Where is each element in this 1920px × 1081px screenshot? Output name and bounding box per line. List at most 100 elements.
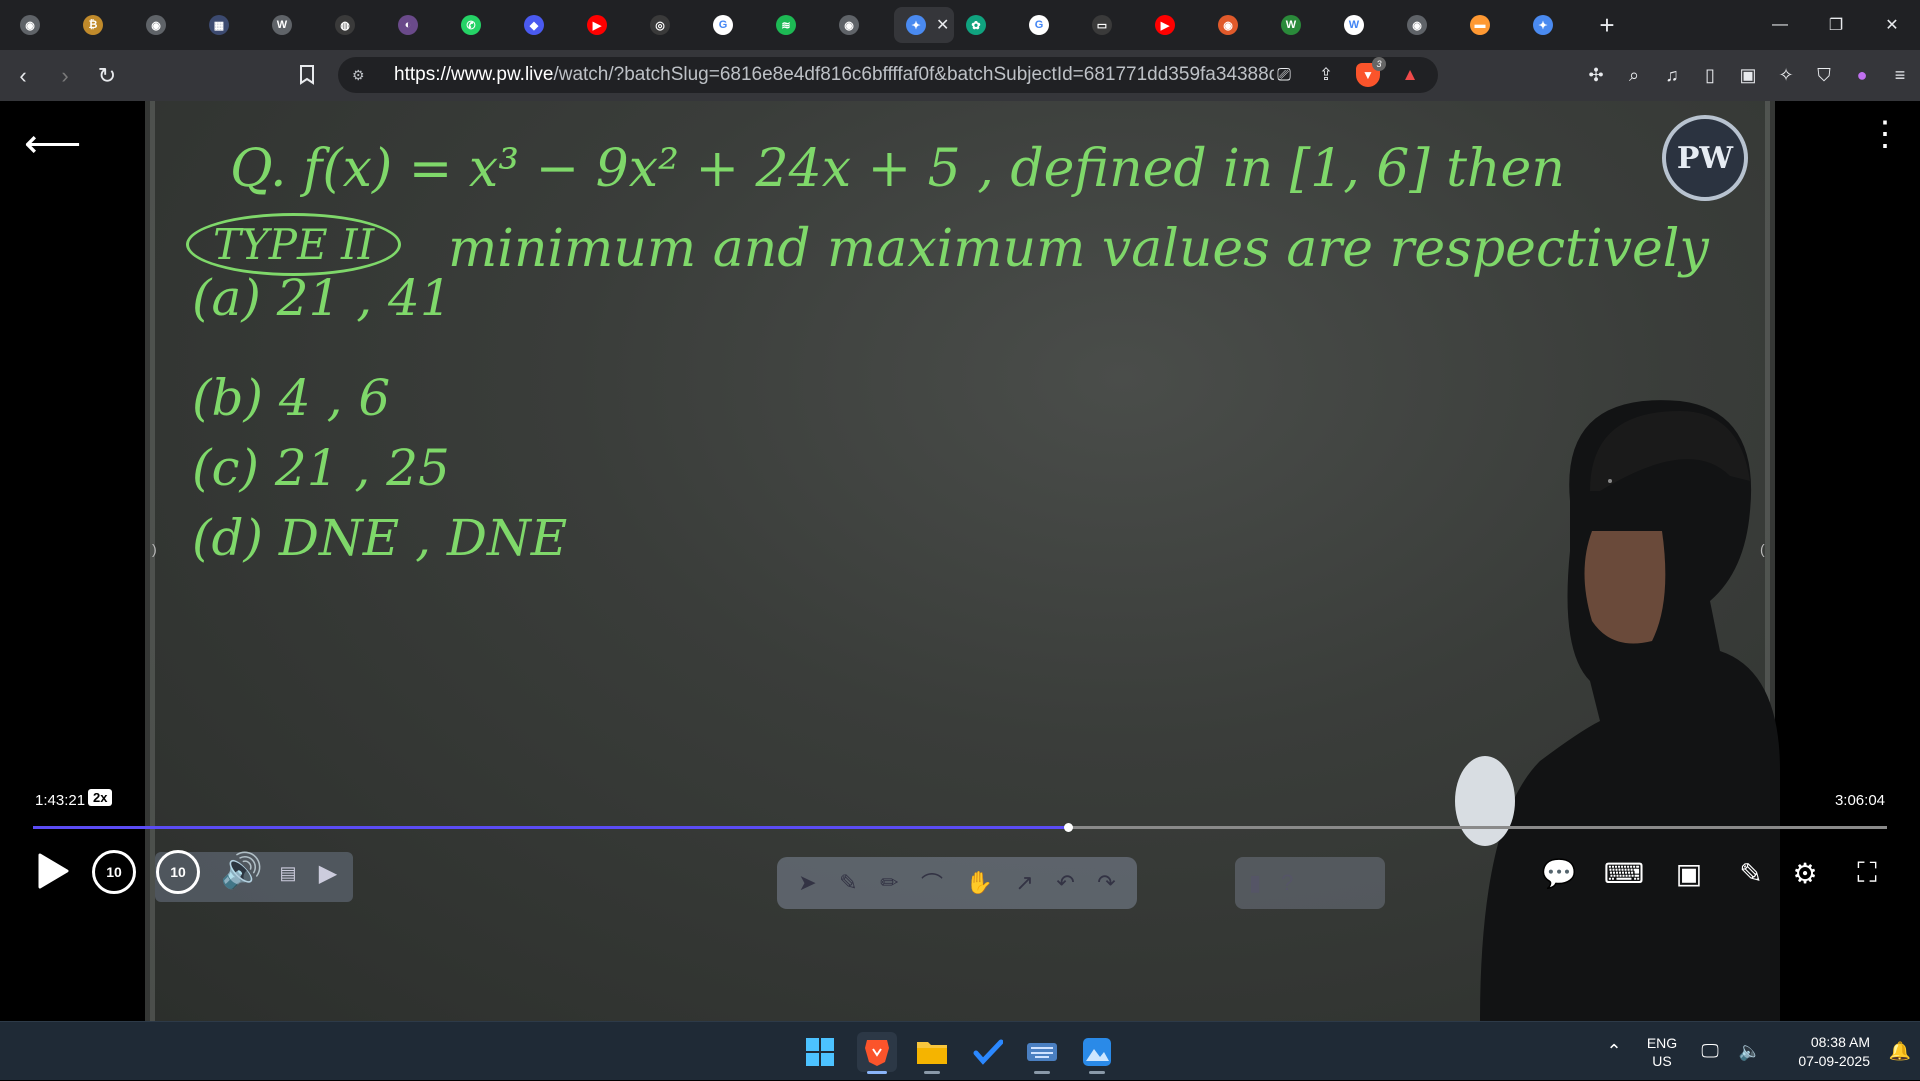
volume-icon[interactable]: 🔊: [218, 848, 266, 894]
browser-tab[interactable]: ◍: [323, 7, 386, 43]
browser-tab[interactable]: ▦: [197, 7, 260, 43]
forward-button[interactable]: ›: [46, 57, 84, 95]
restore-button[interactable]: ❐: [1808, 0, 1864, 50]
browser-tab[interactable]: ✦ ✕: [894, 7, 954, 43]
fullscreen-icon[interactable]: ⛶: [1846, 850, 1888, 896]
playback-speed-badge[interactable]: 2x: [88, 789, 113, 806]
browser-tab[interactable]: W: [1332, 7, 1395, 43]
browser-tab[interactable]: W: [260, 7, 323, 43]
language-indicator[interactable]: ENG US: [1634, 1034, 1690, 1070]
marker-tool-icon[interactable]: ↗: [1015, 870, 1033, 896]
browser-tab[interactable]: ≋: [764, 7, 827, 43]
extensions-icon[interactable]: ✣: [1584, 62, 1608, 88]
undo-icon[interactable]: ↶: [1056, 870, 1074, 896]
window-controls: — ❐ ✕: [1752, 0, 1920, 50]
network-icon[interactable]: 🖵: [1690, 1041, 1730, 1062]
option-a: (a) 21 , 41: [192, 269, 452, 327]
speaker-icon[interactable]: 🔈: [1730, 1041, 1770, 1062]
annotation-toolbox: ➤ ✎ ✏ ⌒ ✋ ↗ ↶ ↷: [777, 857, 1137, 909]
vpn-icon[interactable]: ⛉: [1812, 62, 1836, 88]
browser-tab[interactable]: ▶: [1143, 7, 1206, 43]
browser-tab[interactable]: ▬: [1458, 7, 1521, 43]
brave-browser-icon[interactable]: [857, 1032, 897, 1074]
seek-bar-handle[interactable]: [1063, 823, 1073, 832]
close-window-button[interactable]: ✕: [1864, 0, 1920, 50]
browser-tab[interactable]: ◉: [827, 7, 890, 43]
globe-icon: ◉: [20, 15, 40, 35]
back-arrow-icon[interactable]: ⟵: [24, 121, 81, 167]
browser-tab[interactable]: ▭: [1080, 7, 1143, 43]
site-icon: ▦: [209, 15, 229, 35]
picture-in-picture-icon[interactable]: ▣: [1668, 850, 1710, 896]
todo-icon[interactable]: [968, 1032, 1008, 1072]
browser-tab[interactable]: ✦: [1521, 7, 1584, 43]
option-c: (c) 21 , 25: [192, 439, 450, 497]
clock[interactable]: 08:38 AM 07-09-2025: [1770, 1033, 1880, 1071]
shape-tool-icon[interactable]: ⌒: [921, 867, 943, 899]
browser-tab[interactable]: ◎: [638, 7, 701, 43]
cast-icon[interactable]: ⎚: [1272, 63, 1296, 87]
browser-tab[interactable]: ▶: [575, 7, 638, 43]
windows-start-icon[interactable]: [800, 1032, 840, 1072]
site-info-icon[interactable]: ⚙: [352, 67, 374, 84]
rewind-10-button[interactable]: 10: [92, 850, 136, 894]
browser-tab[interactable]: G: [701, 7, 764, 43]
spotify-icon: ≋: [776, 15, 796, 35]
doubt-icon[interactable]: ?: [1281, 870, 1293, 896]
menu-icon[interactable]: ≡: [1888, 62, 1912, 88]
sidebar-icon[interactable]: ▯: [1698, 62, 1722, 88]
browser-tab[interactable]: G: [1017, 7, 1080, 43]
browser-tab[interactable]: ◉: [1206, 7, 1269, 43]
pen-tool-icon[interactable]: ✏: [880, 870, 898, 896]
next-icon[interactable]: ▶: [315, 858, 341, 888]
minimize-button[interactable]: —: [1752, 0, 1808, 50]
more-options-icon[interactable]: ⋮: [1868, 117, 1902, 151]
pointer-tool-icon[interactable]: ➤: [798, 870, 816, 896]
forward-10-button[interactable]: 10: [156, 850, 200, 894]
poll-icon[interactable]: ▮: [1249, 870, 1261, 896]
wallet-icon[interactable]: ▣: [1736, 62, 1760, 88]
chat-icon[interactable]: 💬: [1538, 850, 1580, 896]
globe-icon: ◉: [146, 15, 166, 35]
back-button[interactable]: ‹: [4, 57, 42, 95]
notification-bell-icon[interactable]: 🔔: [1880, 1041, 1920, 1062]
brave-rewards-icon[interactable]: ▲: [1398, 63, 1422, 87]
keyboard-icon[interactable]: [1022, 1032, 1062, 1074]
bookmark-app-icon: ◆: [524, 15, 544, 35]
page-search-icon[interactable]: ⌕: [1622, 62, 1646, 88]
browser-tab[interactable]: ✿: [954, 7, 1017, 43]
settings-gear-icon[interactable]: ⚙: [1784, 850, 1826, 896]
file-explorer-icon[interactable]: [912, 1032, 952, 1074]
url-text[interactable]: https://www.pw.live/watch/?batchSlug=681…: [394, 64, 1274, 86]
browser-tab[interactable]: ◉: [8, 7, 71, 43]
profile-avatar[interactable]: ●: [1850, 62, 1874, 88]
media-icon[interactable]: ♫: [1660, 62, 1684, 88]
browser-tab[interactable]: W: [1269, 7, 1332, 43]
browser-tab[interactable]: ◆: [512, 7, 575, 43]
browser-tab[interactable]: ◉: [1395, 7, 1458, 43]
bookmark-icon[interactable]: [293, 60, 321, 90]
brave-shields-icon[interactable]: ▼ 3: [1356, 57, 1386, 87]
browser-tab[interactable]: ◉: [134, 7, 197, 43]
youtube-icon: ▶: [1155, 15, 1175, 35]
notes-icon[interactable]: ✎: [1730, 850, 1772, 896]
captions-icon[interactable]: ▤: [275, 860, 301, 886]
laser-tool-icon[interactable]: ✎: [839, 870, 857, 896]
w3-icon: W: [272, 15, 292, 35]
share-icon[interactable]: ⇪: [1314, 63, 1338, 87]
new-tab-button[interactable]: +: [1592, 10, 1622, 41]
browser-tab[interactable]: ◐: [386, 7, 449, 43]
seek-bar[interactable]: [33, 823, 1887, 832]
leo-ai-icon[interactable]: ✧: [1774, 62, 1798, 88]
photos-icon[interactable]: [1077, 1032, 1117, 1074]
browser-tab[interactable]: ₿: [71, 7, 134, 43]
close-tab-icon[interactable]: ✕: [936, 15, 949, 35]
reload-button[interactable]: ↻: [88, 57, 126, 95]
redo-icon[interactable]: ↷: [1097, 870, 1115, 896]
play-button[interactable]: [32, 847, 74, 895]
browser-tab[interactable]: ✆: [449, 7, 512, 43]
address-bar[interactable]: ⚙ https://www.pw.live/watch/?batchSlug=6…: [338, 57, 1438, 93]
hand-tool-icon[interactable]: ✋: [966, 870, 993, 896]
show-hidden-icons-icon[interactable]: ⌃: [1594, 1041, 1634, 1062]
translate-icon[interactable]: ⌨: [1603, 850, 1645, 896]
